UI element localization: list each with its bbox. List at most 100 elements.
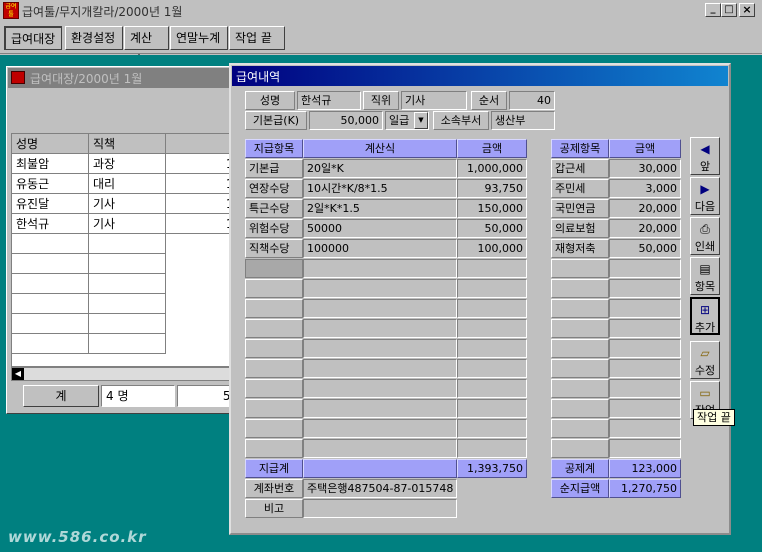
empty-cell[interactable] — [303, 399, 457, 418]
tab-ledger[interactable]: 급여대장 — [4, 26, 62, 50]
ledger-hscrollbar[interactable]: ◀ — [11, 367, 243, 381]
empty-cell[interactable] — [303, 259, 457, 278]
empty-cell — [551, 319, 609, 338]
items-button-label: 항목 — [694, 280, 716, 293]
add-button[interactable]: ⊞ 추가 — [690, 297, 720, 335]
deduct-amount[interactable]: 20,000 — [609, 219, 681, 238]
empty-cell — [551, 359, 609, 378]
minimize-button[interactable]: _ — [705, 3, 721, 17]
tab-yearend[interactable]: 연말누계 — [170, 26, 228, 50]
empty-cell[interactable] — [609, 299, 681, 318]
empty-cell[interactable] — [303, 379, 457, 398]
next-button[interactable]: ▶ 다음 — [690, 177, 720, 215]
deduct-amount[interactable]: 30,000 — [609, 159, 681, 178]
net-pay-value: 1,270,750 — [609, 479, 681, 498]
print-button-label: 인쇄 — [694, 240, 716, 253]
add-button-label: 추가 — [694, 321, 716, 334]
close-button[interactable]: × — [739, 3, 755, 17]
printer-icon: ⎙ — [700, 222, 710, 236]
account-value[interactable]: 주택은행487504-87-015748 — [303, 479, 457, 498]
empty-cell[interactable] — [609, 439, 681, 458]
scroll-left-icon[interactable]: ◀ — [12, 368, 24, 380]
empty-cell — [551, 379, 609, 398]
deduct-item: 갑근세 — [551, 159, 609, 178]
table-row — [89, 274, 166, 294]
pay-formula[interactable]: 10시간*K/8*1.5 — [303, 179, 457, 198]
deduct-total-value: 123,000 — [609, 459, 681, 478]
empty-cell[interactable] — [303, 279, 457, 298]
folder-icon: ▭ — [699, 386, 711, 400]
print-button[interactable]: ⎙ 인쇄 — [690, 217, 720, 255]
tab-exit[interactable]: 작업 끝 — [229, 26, 285, 50]
memo-field[interactable] — [303, 499, 457, 518]
empty-cell — [457, 339, 527, 358]
ledger-header-position: 직책 — [89, 134, 166, 154]
pay-formula[interactable]: 50000 — [303, 219, 457, 238]
pay-type-value: 일급 — [389, 114, 410, 127]
info-base-value[interactable]: 50,000 — [309, 111, 383, 130]
empty-cell — [245, 339, 303, 358]
window-title: 급여툴/무지개칼라/2000년 1월 — [22, 5, 183, 19]
empty-cell[interactable] — [303, 299, 457, 318]
title-bar: 급여툴 급여툴/무지개칼라/2000년 1월 _ □ × — [0, 0, 762, 22]
empty-cell[interactable] — [609, 419, 681, 438]
tab-calculator[interactable]: 계산기 — [124, 26, 169, 67]
edit-button[interactable]: ▱ 수정 — [690, 341, 720, 379]
empty-cell[interactable] — [609, 259, 681, 278]
empty-cell[interactable] — [609, 359, 681, 378]
empty-cell[interactable] — [303, 339, 457, 358]
prev-button[interactable]: ◀ 앞 — [690, 137, 720, 175]
empty-cell — [551, 299, 609, 318]
empty-cell[interactable] — [303, 359, 457, 378]
app-logo-icon: 급여툴 — [3, 2, 19, 19]
table-row — [12, 274, 89, 294]
deduct-amount[interactable]: 50,000 — [609, 239, 681, 258]
info-name-value: 한석규 — [297, 91, 361, 110]
pay-amount: 150,000 — [457, 199, 527, 218]
tab-settings[interactable]: 환경설정 — [65, 26, 123, 50]
pay-amount: 93,750 — [457, 179, 527, 198]
pay-item: 특근수당 — [245, 199, 303, 218]
empty-cell[interactable] — [609, 379, 681, 398]
ledger-window: 급여대장/2000년 1월 성명 직책 최불암 과장 1,6 유동근 대리 1,… — [6, 66, 246, 414]
ledger-header-name: 성명 — [12, 134, 89, 154]
table-row — [12, 314, 89, 334]
empty-cell — [457, 279, 527, 298]
ledger-title-bar: 급여대장/2000년 1월 — [8, 68, 244, 88]
pay-formula[interactable]: 100000 — [303, 239, 457, 258]
deduct-amount[interactable]: 3,000 — [609, 179, 681, 198]
deduct-item: 국민연금 — [551, 199, 609, 218]
pay-item: 연장수당 — [245, 179, 303, 198]
empty-cell — [245, 279, 303, 298]
ledger-footer: 계 4 명 5,2 — [11, 385, 243, 409]
pay-type-select[interactable]: 일급 ▼ — [385, 111, 429, 130]
empty-cell — [245, 259, 303, 278]
empty-cell[interactable] — [609, 399, 681, 418]
empty-cell[interactable] — [303, 439, 457, 458]
empty-cell[interactable] — [609, 319, 681, 338]
maximize-button[interactable]: □ — [721, 3, 737, 17]
table-row — [12, 254, 89, 274]
empty-cell[interactable] — [609, 279, 681, 298]
table-row — [12, 234, 89, 254]
empty-cell — [457, 379, 527, 398]
ledger-app-icon — [11, 71, 25, 84]
deduct-total-label: 공제계 — [551, 459, 609, 478]
deduct-amount[interactable]: 20,000 — [609, 199, 681, 218]
empty-cell — [245, 299, 303, 318]
pay-formula[interactable]: 20일*K — [303, 159, 457, 178]
ledger-cell-position: 기사 — [89, 214, 166, 234]
pay-amount: 1,000,000 — [457, 159, 527, 178]
ledger-cell-name: 유진달 — [12, 194, 89, 214]
info-position-value: 기사 — [401, 91, 467, 110]
chevron-down-icon[interactable]: ▼ — [414, 112, 428, 129]
empty-cell[interactable] — [303, 419, 457, 438]
pay-header-formula: 계산식 — [303, 139, 457, 158]
empty-cell — [457, 419, 527, 438]
empty-cell[interactable] — [303, 319, 457, 338]
empty-cell[interactable] — [609, 339, 681, 358]
info-order-label: 순서 — [471, 91, 507, 110]
empty-cell — [551, 439, 609, 458]
items-button[interactable]: ▤ 항목 — [690, 257, 720, 295]
pay-formula[interactable]: 2일*K*1.5 — [303, 199, 457, 218]
